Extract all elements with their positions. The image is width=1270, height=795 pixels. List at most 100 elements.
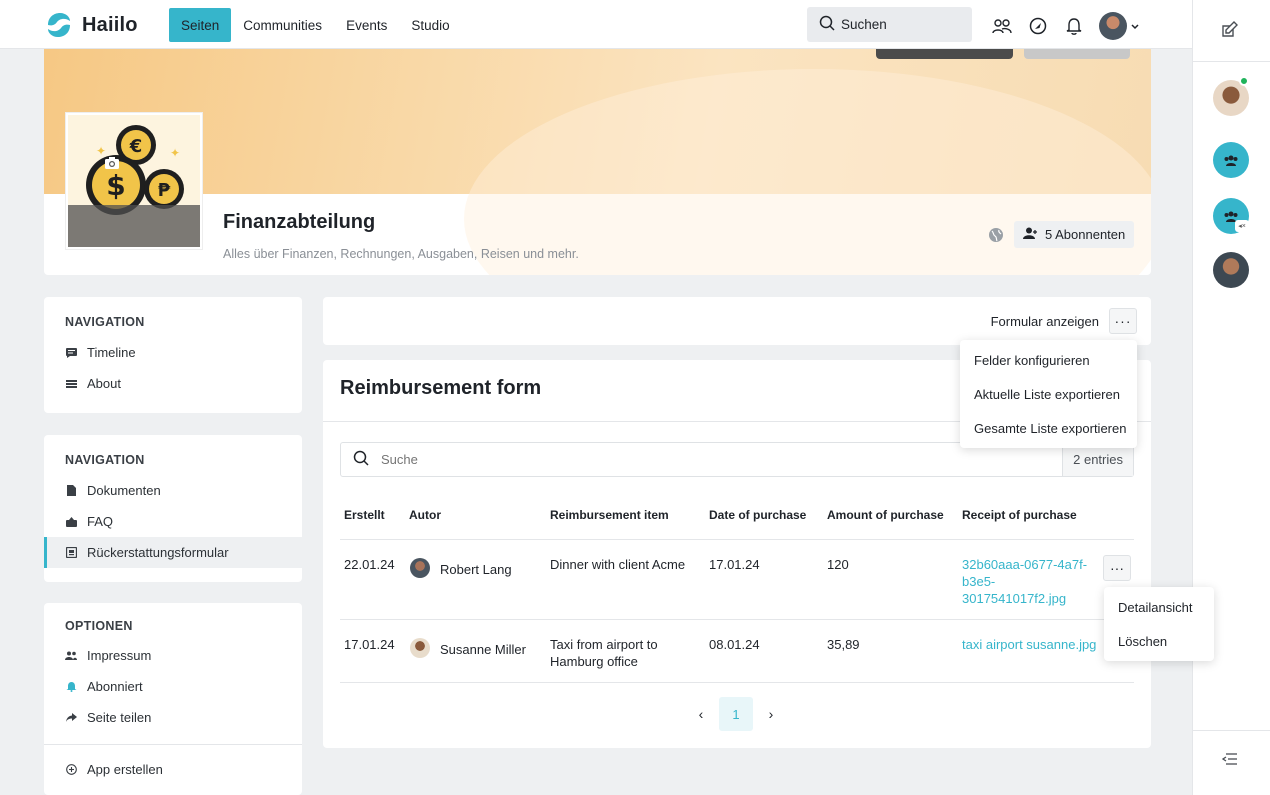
sidebar-item-faq[interactable]: FAQ	[44, 506, 302, 537]
sidebar-options: OPTIONEN Impressum Abonniert Seite teile…	[44, 603, 302, 795]
subscribers-count: 5 Abonnenten	[1045, 227, 1126, 242]
item-line: Taxi from airport to	[550, 637, 658, 652]
more-horizontal-icon: ···	[1110, 560, 1124, 576]
camera-icon[interactable]	[104, 156, 120, 173]
sidebar-item-label: Abonniert	[87, 679, 143, 694]
show-form-link[interactable]: Formular anzeigen	[991, 314, 1099, 329]
form-toolbar: Formular anzeigen ···	[323, 297, 1151, 345]
form-icon	[65, 547, 77, 559]
cell-author[interactable]: Robert Lang	[440, 561, 512, 578]
top-icons	[991, 12, 1140, 40]
nav-seiten[interactable]: Seiten	[169, 8, 232, 42]
cell-amount: 35,89	[827, 637, 860, 652]
subscribers-button[interactable]: 5 Abonnenten	[1014, 221, 1135, 248]
column-header-item[interactable]: Reimbursement item	[550, 508, 669, 522]
document-icon	[65, 485, 77, 497]
sidebar-item-rueckerstattungsformular[interactable]: Rückerstattungsformular	[44, 537, 302, 568]
page-avatar-image[interactable]: € $ ₱ ✦ ✦	[66, 113, 202, 249]
cell-date: 08.01.24	[709, 637, 760, 652]
cell-date: 17.01.24	[709, 557, 760, 572]
sidebar-item-about[interactable]: About	[44, 368, 302, 399]
table-search-input[interactable]	[381, 452, 981, 467]
chat-group-1[interactable]	[1213, 142, 1249, 178]
chat-avatar-2[interactable]	[1213, 252, 1249, 288]
sidebar-heading: NAVIGATION	[65, 453, 145, 467]
sidebar-navigation-1: NAVIGATION Timeline About	[44, 297, 302, 413]
search-icon	[353, 450, 369, 469]
column-header-receipt[interactable]: Receipt of purchase	[962, 508, 1077, 522]
page-number-button[interactable]: 1	[719, 697, 753, 731]
column-header-autor[interactable]: Autor	[409, 508, 441, 522]
sidebar-item-timeline[interactable]: Timeline	[44, 337, 302, 368]
toolbar-more-button[interactable]: ···	[1109, 308, 1137, 334]
author-avatar[interactable]	[410, 558, 430, 578]
receipt-link[interactable]: 32b60aaa-0677-4a7f- b3e5- 3017541017f2.j…	[962, 556, 1102, 607]
sidebar-heading: NAVIGATION	[65, 315, 145, 329]
column-header-erstellt[interactable]: Erstellt	[344, 508, 385, 522]
nav-events[interactable]: Events	[334, 8, 399, 42]
plus-circle-icon	[65, 764, 77, 776]
haiilo-logo-icon	[44, 11, 74, 39]
menu-item-export-current[interactable]: Aktuelle Liste exportieren	[960, 377, 1137, 411]
sidebar-item-impressum[interactable]: Impressum	[44, 640, 302, 671]
row-more-button[interactable]: ···	[1103, 555, 1131, 581]
globe-icon	[988, 227, 1004, 246]
group-icon	[1224, 155, 1238, 166]
sidebar-item-label: Rückerstattungsformular	[87, 545, 229, 560]
comment-icon	[65, 347, 77, 359]
cell-created: 17.01.24	[344, 637, 395, 652]
haiilo-logo[interactable]: Haiilo	[44, 11, 138, 39]
sidebar-divider	[44, 744, 302, 745]
column-header-amount[interactable]: Amount of purchase	[827, 508, 944, 522]
receipt-line: b3e5-	[962, 574, 996, 589]
subscribers-icon	[1023, 227, 1039, 242]
cell-item: Dinner with client Acme	[550, 557, 686, 572]
column-header-date[interactable]: Date of purchase	[709, 508, 806, 522]
rail-divider	[1193, 61, 1270, 62]
receipt-line: 3017541017f2.jpg	[962, 591, 1067, 606]
cell-created: 22.01.24	[344, 557, 395, 572]
form-title: Reimbursement form	[340, 377, 542, 399]
toolbar-dropdown-menu: Felder konfigurieren Aktuelle Liste expo…	[960, 340, 1137, 448]
sidebar-item-label: Dokumenten	[87, 483, 161, 498]
global-search[interactable]: Suchen	[807, 7, 972, 42]
launchpad-icon[interactable]	[1027, 14, 1049, 38]
menu-item-delete[interactable]: Löschen	[1104, 624, 1214, 658]
menu-item-export-all[interactable]: Gesamte Liste exportieren	[960, 411, 1137, 445]
cover-action-button[interactable]	[876, 49, 1013, 59]
svg-text:$: $	[106, 169, 125, 202]
right-rail: ◂×	[1192, 0, 1270, 795]
sidebar-item-abonniert[interactable]: Abonniert	[44, 671, 302, 702]
menu-item-configure-fields[interactable]: Felder konfigurieren	[960, 343, 1137, 377]
sidebar-item-label: About	[87, 376, 121, 391]
user-menu[interactable]	[1099, 12, 1140, 40]
colleagues-icon[interactable]	[991, 14, 1013, 38]
cover-secondary-button[interactable]	[1024, 49, 1130, 59]
cell-amount: 120	[827, 557, 849, 572]
nav-communities[interactable]: Communities	[231, 8, 334, 42]
collapse-rail-icon[interactable]	[1221, 752, 1238, 769]
notifications-bell-icon[interactable]	[1063, 14, 1085, 38]
sidebar-item-label: Seite teilen	[87, 710, 152, 725]
compose-icon[interactable]	[1221, 20, 1239, 41]
menu-item-detail-view[interactable]: Detailansicht	[1104, 590, 1214, 624]
author-avatar[interactable]	[410, 638, 430, 658]
table-divider	[340, 619, 1134, 620]
prev-page-button[interactable]: ‹	[693, 697, 709, 731]
user-avatar	[1099, 12, 1127, 40]
receipt-link[interactable]: taxi airport susanne.jpg	[962, 636, 1096, 653]
sidebar-item-seite-teilen[interactable]: Seite teilen	[44, 702, 302, 733]
chevron-left-icon: ‹	[698, 706, 704, 722]
sidebar-item-label: Impressum	[87, 648, 152, 663]
cell-author[interactable]: Susanne Miller	[440, 641, 526, 658]
nav-studio[interactable]: Studio	[399, 8, 461, 42]
faq-icon	[65, 516, 77, 528]
image-edit-overlay	[68, 205, 200, 247]
sidebar-item-label: FAQ	[87, 514, 114, 529]
item-line: Hamburg office	[550, 654, 638, 669]
chevron-right-icon: ›	[768, 706, 774, 722]
top-navigation-bar: Haiilo Seiten Communities Events Studio …	[0, 0, 1192, 49]
sidebar-item-dokumenten[interactable]: Dokumenten	[44, 475, 302, 506]
create-app-button[interactable]: App erstellen	[44, 754, 302, 785]
next-page-button[interactable]: ›	[763, 697, 779, 731]
